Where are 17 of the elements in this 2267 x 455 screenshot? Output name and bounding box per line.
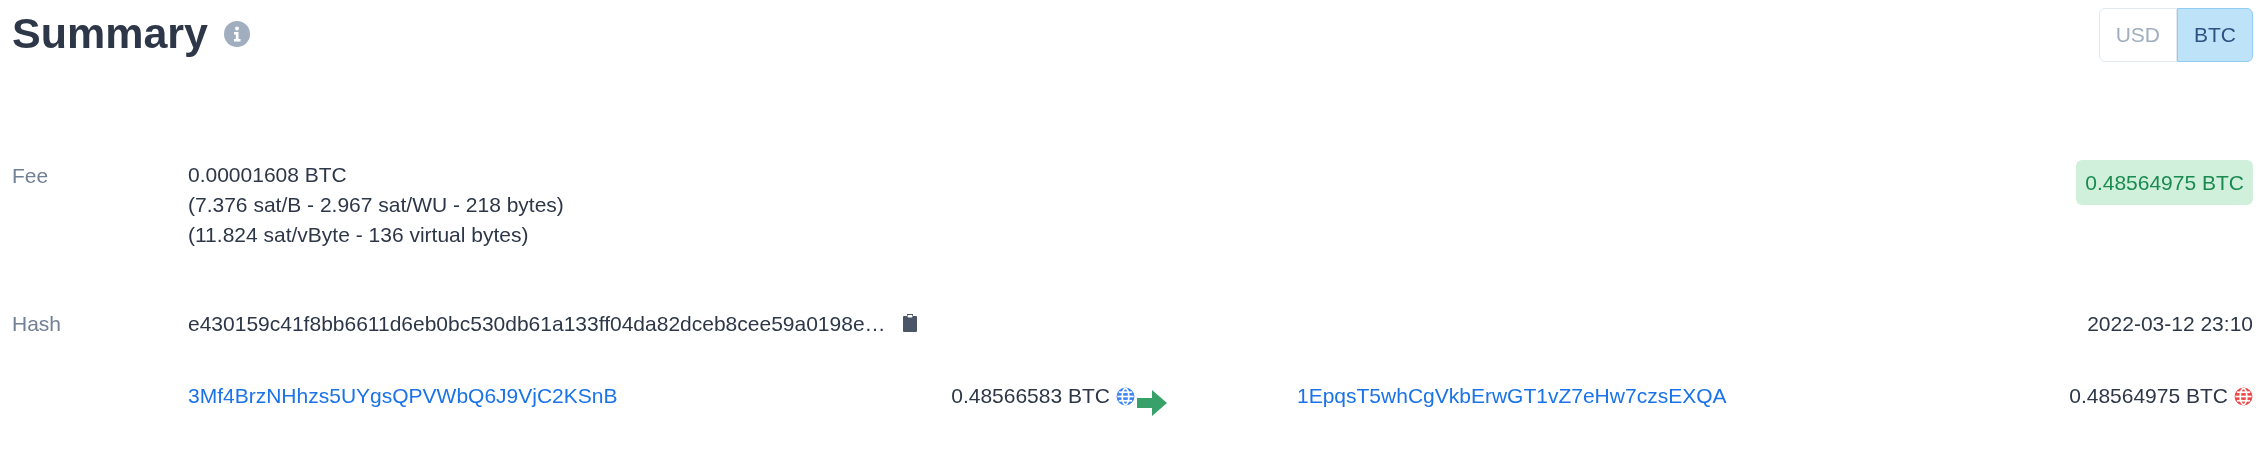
arrow-icon (1137, 389, 1167, 417)
amount-text: 0.48564975 BTC (2069, 383, 2228, 410)
fee-text: (7.376 sat/B - 2.967 sat/WU - 218 bytes) (188, 191, 565, 218)
address-link[interactable]: 1EpqsT5whCgVkbErwGT1vZ7eHw7czsEXQA (1297, 380, 1787, 412)
currency-toggle[interactable]: BTC (2177, 8, 2253, 62)
address-link[interactable]: 3Mf4BrzNHhzs5UYgsQPVWbQ6J9VjC2KSnB (188, 380, 678, 412)
page-title: Summary (12, 8, 208, 59)
amount-text: 0.48566583 BTC (950, 383, 1110, 410)
field-label: Hash (12, 310, 63, 337)
fee-text: (11.824 sat/vByte - 136 virtual bytes) (188, 221, 530, 248)
total-amount-badge: 0.48564975 BTC (2076, 159, 2253, 205)
currency-toggle[interactable]: USD (2098, 8, 2177, 62)
field-label: Fee (12, 162, 50, 189)
clipboard-icon[interactable] (901, 313, 918, 334)
timestamp: 2022-03-12 23:10 (2087, 310, 2253, 337)
fee-text: 0.00001608 BTC (188, 161, 348, 188)
hash-value: e430159c41f8bb6611d6eb0bc530db61a133ff04da82dceb8cee59a0198e… (188, 310, 886, 337)
